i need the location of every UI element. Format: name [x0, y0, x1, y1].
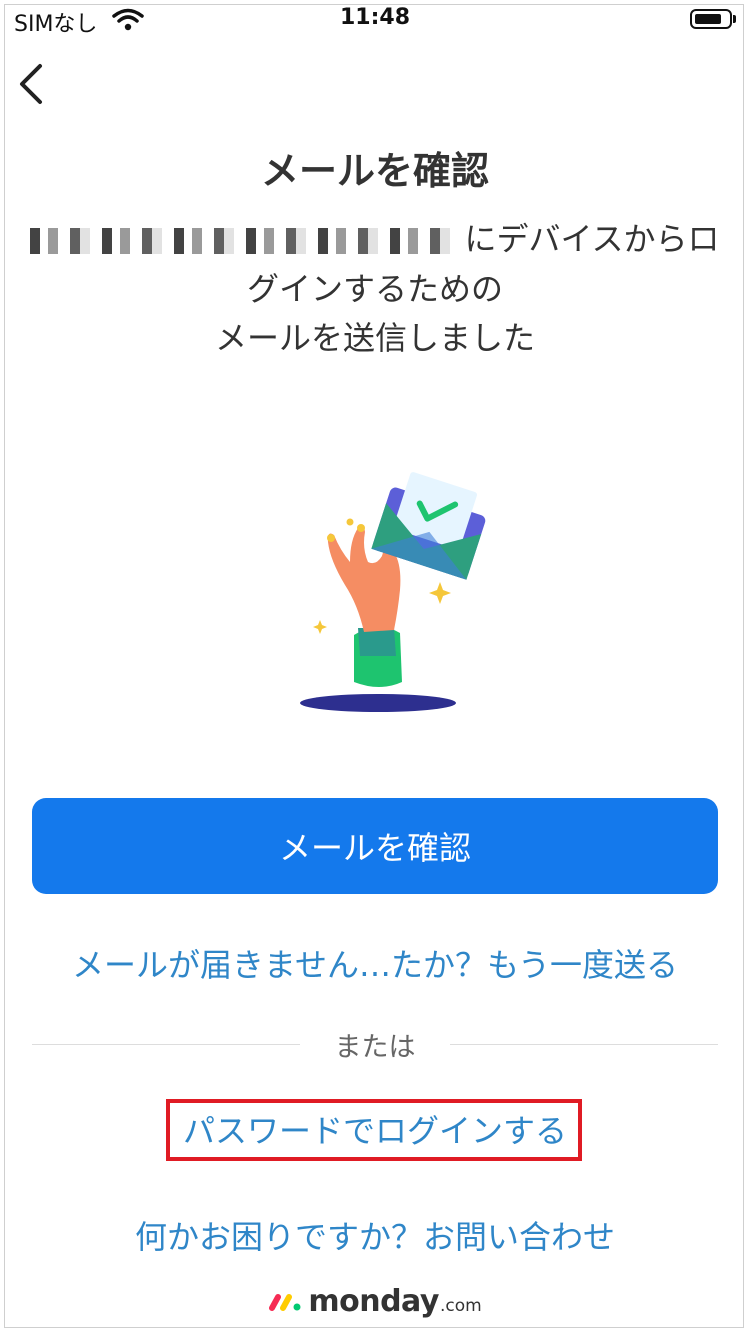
confirm-email-button[interactable]: メールを確認	[32, 798, 718, 894]
resend-email-link[interactable]: メールが届きません…たか？もう一度送る	[0, 940, 750, 986]
back-button[interactable]	[12, 62, 52, 106]
highlight-annotation	[166, 1099, 582, 1161]
brand-suffix: .com	[439, 1296, 482, 1316]
brand-name: monday	[308, 1284, 439, 1319]
battery-icon	[690, 9, 732, 29]
status-bar: SIMなし 11:48	[0, 0, 750, 42]
hand-holding-envelope-icon	[290, 470, 490, 720]
divider-right	[450, 1044, 718, 1045]
page-title: メールを確認	[260, 149, 489, 193]
message-line-2: グインするための	[246, 270, 503, 308]
monday-logo: monday .com	[0, 1284, 750, 1319]
masked-email	[30, 228, 461, 254]
monday-mark-icon	[269, 1293, 301, 1311]
contact-help-link[interactable]: 何かお困りですか？お問い合わせ	[0, 1212, 750, 1258]
message-line-3: メールを送信しました	[214, 319, 535, 357]
clock: 11:48	[339, 5, 411, 30]
message-line-1: にデバイスからロ	[20, 214, 730, 260]
message-line-1-text: にデバイスからロ	[464, 220, 720, 258]
battery-tip	[733, 15, 736, 23]
chevron-left-icon	[20, 64, 42, 104]
